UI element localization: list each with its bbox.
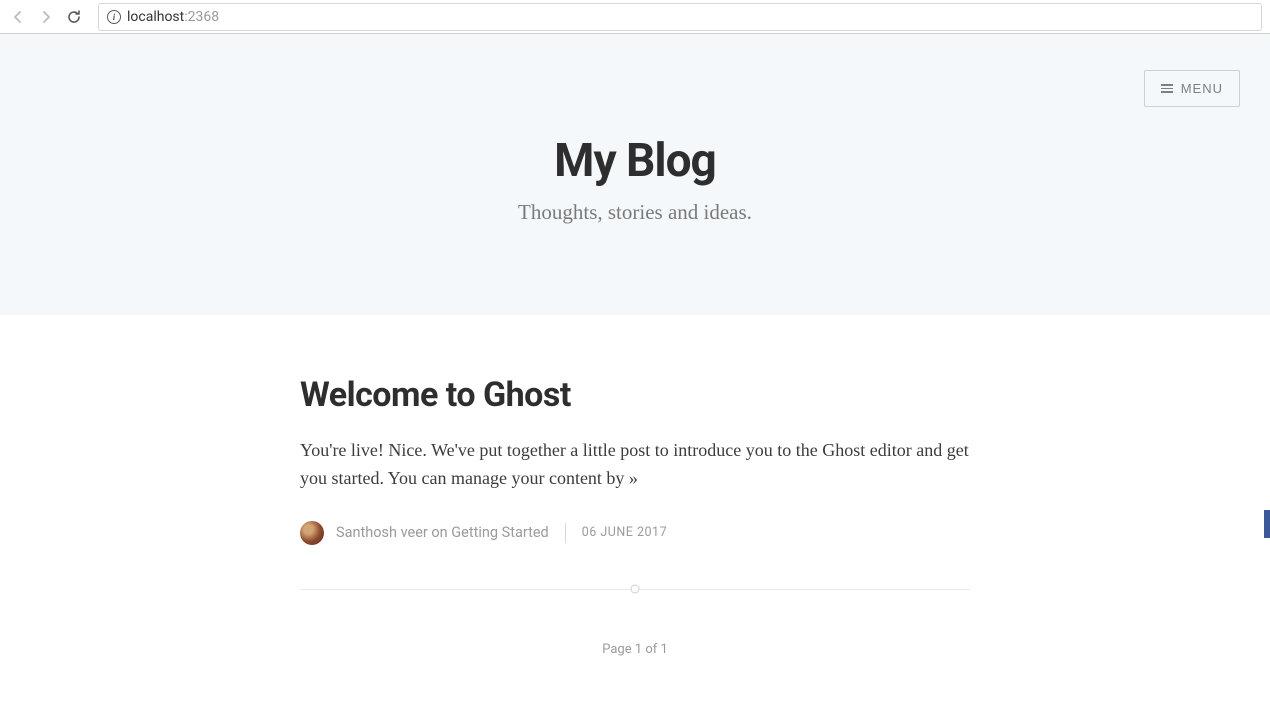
post-meta: Santhosh veer on Getting Started 06 JUNE… xyxy=(300,521,970,545)
hero-header: MENU My Blog Thoughts, stories and ideas… xyxy=(0,34,1270,315)
post-excerpt: You're live! Nice. We've put together a … xyxy=(300,437,970,493)
post-separator xyxy=(300,589,970,590)
url-text: localhost:2368 xyxy=(127,9,219,25)
browser-toolbar: i localhost:2368 xyxy=(0,0,1270,34)
site-info-icon[interactable]: i xyxy=(107,10,121,24)
post-tag[interactable]: Getting Started xyxy=(451,524,548,541)
meta-divider xyxy=(565,523,566,543)
post-title[interactable]: Welcome to Ghost xyxy=(300,375,970,415)
forward-button[interactable] xyxy=(36,7,56,27)
back-button[interactable] xyxy=(8,7,28,27)
post-card: Welcome to Ghost You're live! Nice. We'v… xyxy=(300,375,970,545)
author-line: Santhosh veer on Getting Started xyxy=(336,524,549,541)
menu-label: MENU xyxy=(1181,81,1223,96)
blog-title: My Blog xyxy=(20,134,1250,188)
url-port: :2368 xyxy=(184,9,219,25)
right-edge-accent xyxy=(1264,510,1270,538)
post-date: 06 JUNE 2017 xyxy=(582,525,667,540)
url-host: localhost xyxy=(127,9,184,25)
on-word: on xyxy=(428,524,451,541)
author-avatar[interactable] xyxy=(300,521,324,545)
menu-button[interactable]: MENU xyxy=(1144,70,1240,107)
reload-button[interactable] xyxy=(64,7,84,27)
address-bar[interactable]: i localhost:2368 xyxy=(98,3,1262,31)
hamburger-icon xyxy=(1161,84,1173,93)
author-name[interactable]: Santhosh veer xyxy=(336,524,428,541)
blog-subtitle: Thoughts, stories and ideas. xyxy=(20,200,1250,225)
pagination: Page 1 of 1 xyxy=(300,642,970,657)
main-content: Welcome to Ghost You're live! Nice. We'v… xyxy=(280,315,990,697)
